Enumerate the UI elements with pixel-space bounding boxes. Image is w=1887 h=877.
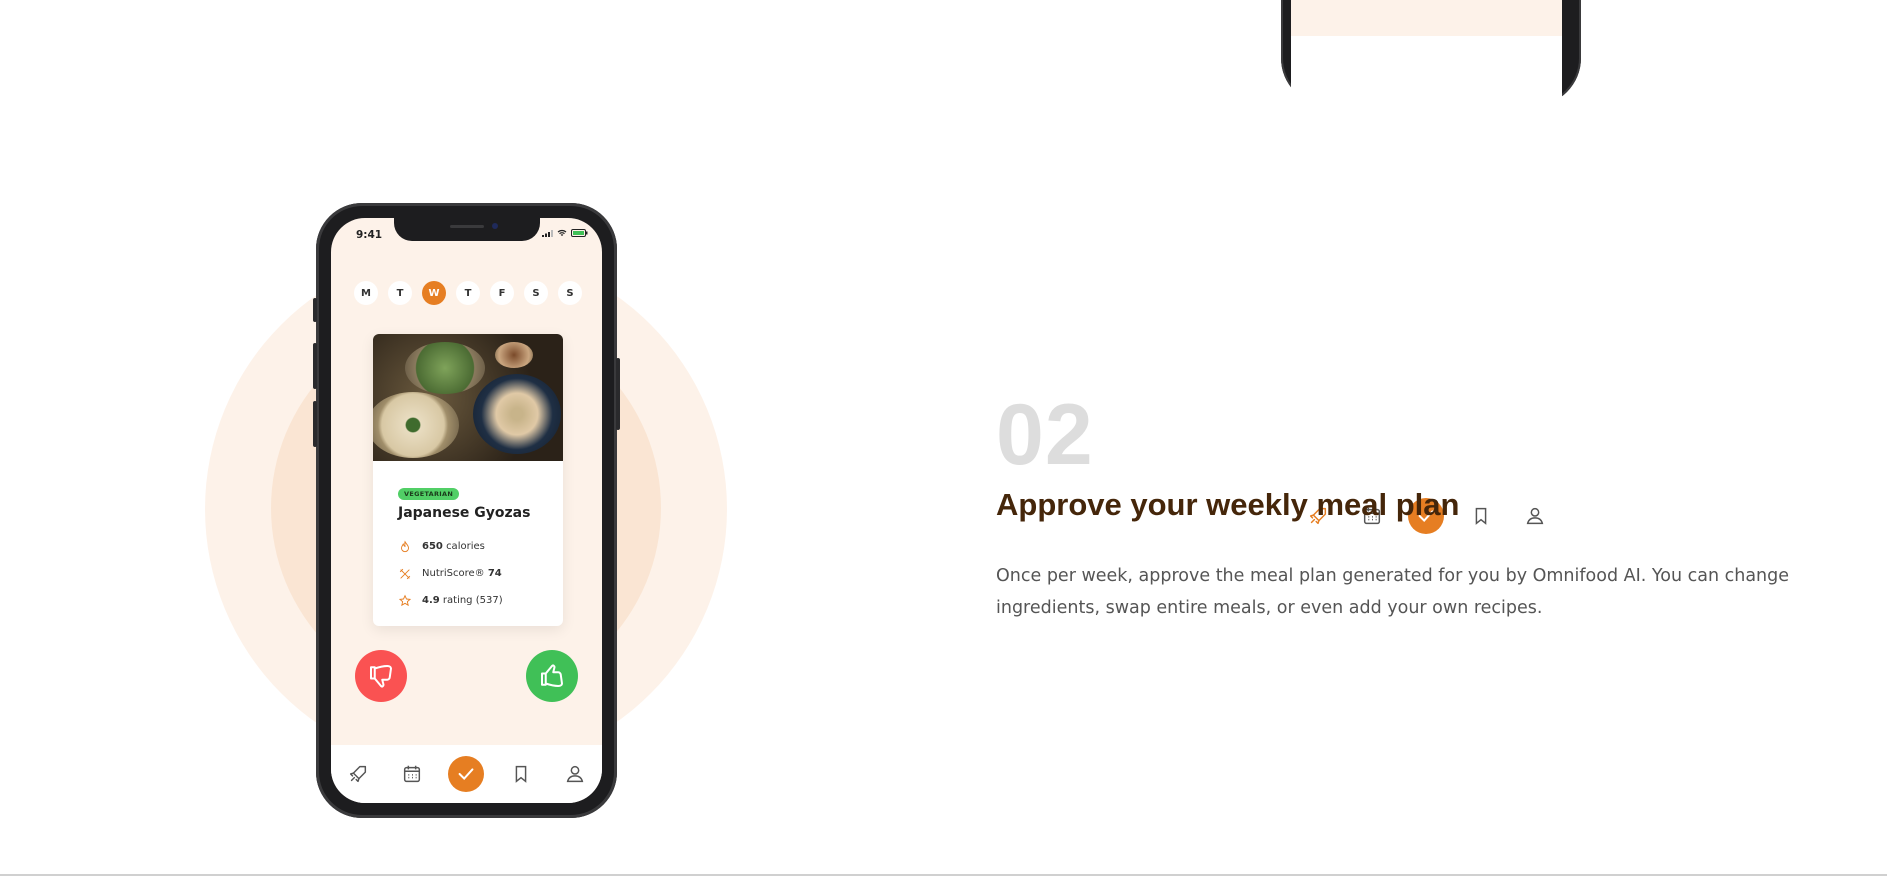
- volume-up-button: [313, 343, 317, 389]
- bookmark-icon[interactable]: [504, 757, 538, 791]
- photo-bowl: [373, 392, 459, 458]
- step-number: 02: [996, 387, 1094, 483]
- flame-icon: [401, 540, 409, 552]
- step-description: Once per week, approve the meal plan gen…: [996, 566, 1790, 618]
- meal-card-body: VEGETARIAN Japanese Gyozas 650 calories …: [373, 461, 563, 614]
- thumbs-down-icon: [370, 665, 392, 688]
- reject-meal-button[interactable]: [355, 650, 407, 702]
- photo-bowl: [405, 342, 485, 394]
- user-icon[interactable]: [558, 757, 592, 791]
- signal-icon: [542, 229, 553, 237]
- meal-photo: [373, 334, 563, 461]
- power-button: [616, 358, 620, 430]
- status-icons: [542, 229, 588, 237]
- recipe-title: Japanese Gyozas: [398, 505, 531, 521]
- rating-attribute: 4.9 rating (537): [398, 587, 538, 614]
- nutriscore-icon: [399, 568, 411, 579]
- calories-attribute: 650 calories: [398, 533, 538, 560]
- notch-camera: [492, 223, 498, 229]
- meal-plan-phone-mockup: 9:41 M T W T F S S VEGETARIAN Japanese G…: [313, 203, 620, 818]
- vegetarian-tag: VEGETARIAN: [398, 488, 460, 500]
- phone-screen: 9:41 M T W T F S S VEGETARIAN Japanese G…: [331, 218, 602, 803]
- thumbs-up-icon: [541, 664, 563, 687]
- rocket-icon[interactable]: [341, 757, 375, 791]
- nutriscore-label: NutriScore®: [422, 568, 485, 579]
- approve-meal-button[interactable]: [526, 650, 578, 702]
- meal-card[interactable]: VEGETARIAN Japanese Gyozas 650 calories …: [373, 334, 563, 626]
- weekday-selector: M T W T F S S: [354, 281, 582, 305]
- status-time: 9:41: [356, 229, 383, 241]
- star-icon: [398, 594, 412, 606]
- nutriscore-value: 74: [487, 568, 502, 579]
- day-tuesday[interactable]: T: [388, 281, 412, 305]
- bookmark-icon[interactable]: [1464, 499, 1498, 533]
- mute-switch: [313, 298, 317, 322]
- user-icon[interactable]: [1518, 499, 1552, 533]
- previous-step-phone: [1281, 0, 1581, 545]
- section-divider: [0, 874, 1887, 876]
- photo-bowl: [473, 374, 561, 454]
- day-saturday[interactable]: S: [524, 281, 548, 305]
- rating-label: rating (537): [442, 595, 503, 606]
- day-friday[interactable]: F: [490, 281, 514, 305]
- step-title: Approve your weekly meal plan: [996, 487, 1460, 522]
- meal-attributes: 650 calories NutriScore® 74 4.9 rating (…: [398, 533, 538, 614]
- calories-label: calories: [446, 541, 485, 552]
- day-monday[interactable]: M: [354, 281, 378, 305]
- photo-bowl: [495, 342, 533, 368]
- wifi-icon: [557, 229, 567, 236]
- rating-text: 4.9 rating (537): [422, 595, 503, 606]
- calories-value: 650: [422, 541, 443, 552]
- nutriscore-text: NutriScore® 74: [422, 568, 502, 579]
- check-icon[interactable]: [448, 756, 485, 792]
- day-wednesday[interactable]: W: [422, 281, 446, 305]
- volume-down-button: [313, 401, 317, 447]
- phone-notch: [394, 218, 540, 241]
- day-thursday[interactable]: T: [456, 281, 480, 305]
- phone-navbar: [331, 745, 602, 803]
- calendar-icon[interactable]: [395, 757, 429, 791]
- previous-step-screen-content: [1291, 0, 1562, 36]
- nutriscore-attribute: NutriScore® 74: [398, 560, 538, 587]
- calories-text: 650 calories: [422, 541, 485, 552]
- notch-speaker: [450, 225, 484, 228]
- battery-icon: [571, 229, 588, 237]
- day-sunday[interactable]: S: [558, 281, 582, 305]
- previous-step-phone-screen: [1291, 0, 1562, 545]
- rating-value: 4.9: [422, 595, 440, 606]
